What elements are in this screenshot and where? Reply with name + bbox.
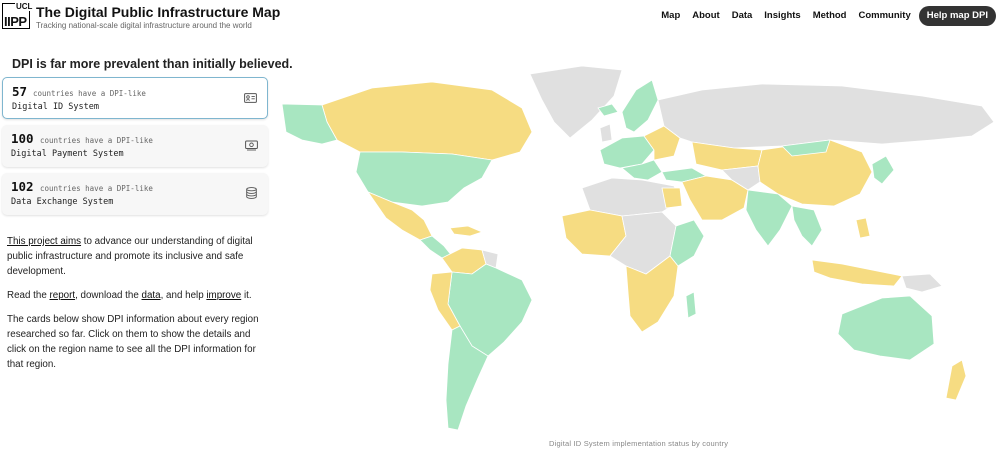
map-region-uk[interactable] (599, 123, 613, 143)
card-data-exchange[interactable]: 102 countries have a DPI-like Data Excha… (2, 173, 268, 215)
card-prefix: countries have a DPI-like (33, 89, 146, 98)
map-region-korea-japan[interactable] (871, 155, 895, 185)
map-region-scandinavia[interactable] (621, 79, 659, 133)
logo-ucl-text: UCL (15, 2, 34, 11)
id-card-icon (244, 93, 257, 103)
ucl-iipp-logo[interactable]: UCL IIPP (2, 2, 34, 29)
site-header: UCL IIPP The Digital Public Infrastructu… (0, 0, 1000, 34)
map-region-central-america[interactable] (419, 235, 453, 259)
intro-paragraph: This project aims to advance our underst… (7, 234, 269, 279)
map-region-philippines[interactable] (855, 217, 871, 239)
nav-community[interactable]: Community (853, 6, 917, 26)
card-prefix: countries have a DPI-like (40, 184, 153, 193)
payment-icon (245, 140, 258, 151)
map-region-papua[interactable] (901, 273, 943, 293)
site-title[interactable]: The Digital Public Infrastructure Map (36, 4, 280, 20)
improve-link[interactable]: improve (206, 290, 241, 301)
read-paragraph: Read the report, download the data, and … (7, 288, 269, 303)
map-region-australia[interactable] (837, 295, 935, 361)
card-count: 57 (12, 84, 28, 99)
cards-help-paragraph: The cards below show DPI information abo… (7, 314, 259, 370)
site-subtitle: Tracking national-scale digital infrastr… (36, 21, 252, 30)
database-icon (246, 187, 257, 199)
nav-map[interactable]: Map (655, 6, 686, 26)
card-digital-payment[interactable]: 100 countries have a DPI-like Digital Pa… (2, 125, 268, 167)
report-link[interactable]: report (49, 290, 75, 301)
headline: DPI is far more prevalent than initially… (12, 57, 293, 71)
nav-insights[interactable]: Insights (758, 6, 806, 26)
nav-method[interactable]: Method (807, 6, 853, 26)
card-prefix: countries have a DPI-like (40, 136, 153, 145)
map-region-caribbean[interactable] (449, 225, 484, 237)
map-region-southeast-asia[interactable] (791, 205, 823, 247)
help-map-dpi-button[interactable]: Help map DPI (918, 6, 996, 26)
map-region-egypt[interactable] (661, 187, 683, 209)
card-system: Data Exchange System (11, 197, 114, 207)
card-system: Digital Payment System (11, 149, 124, 159)
read-text-4: it. (241, 290, 252, 301)
card-digital-id[interactable]: 57 countries have a DPI-like Digital ID … (2, 77, 268, 119)
project-aims-link[interactable]: This project aims (7, 236, 81, 247)
read-text-3: , and help (160, 290, 207, 301)
map-region-russia[interactable] (657, 83, 995, 149)
map-region-new-zealand[interactable] (945, 359, 967, 401)
logo-iipp-text: IIPP (4, 14, 27, 29)
main-nav: Map About Data Insights Method Community… (655, 6, 996, 26)
read-text-1: Read the (7, 290, 50, 301)
card-system: Digital ID System (12, 102, 99, 112)
read-text-2: , download the (75, 290, 142, 301)
card-count: 100 (11, 131, 34, 146)
map-caption: Digital ID System implementation status … (549, 439, 729, 448)
map-region-indonesia[interactable] (811, 259, 903, 287)
data-link[interactable]: data (142, 290, 161, 301)
map-region-india[interactable] (745, 189, 793, 247)
map-region-canada[interactable] (321, 81, 533, 161)
nav-about[interactable]: About (686, 6, 725, 26)
map-region-madagascar[interactable] (685, 291, 697, 319)
nav-data[interactable]: Data (726, 6, 759, 26)
card-count: 102 (11, 179, 34, 194)
world-map[interactable] (282, 60, 1000, 434)
